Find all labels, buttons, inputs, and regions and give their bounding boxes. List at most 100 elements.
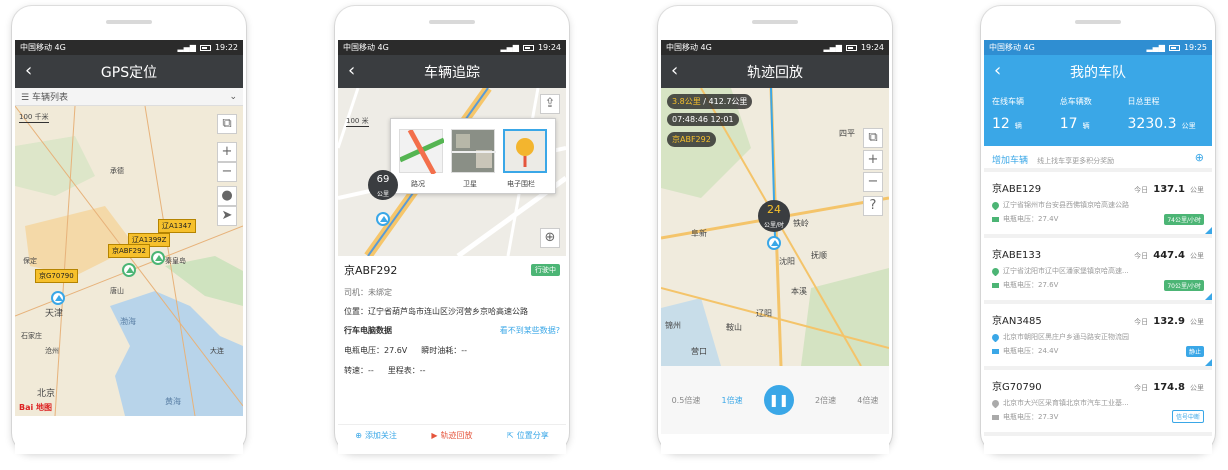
speed-unit: 公里/时 [763,222,785,229]
list-item[interactable]: 京G70790 今日 174.8 公里 北京市大兴区采育镇北京市汽车工业基... … [984,370,1212,436]
vehicle-marker[interactable] [122,263,136,277]
layers-icon[interactable]: ⧉ [217,114,237,134]
page-title: 我的车队 [1070,64,1126,81]
clock: 19:25 [1183,43,1207,52]
carrier: 中国移动 4G [666,43,712,52]
zoom-in-button[interactable]: + [217,142,237,162]
place-label: 抚顺 [811,251,827,260]
place-label: 唐山 [110,287,124,295]
vehicle-marker[interactable] [767,236,781,250]
back-icon[interactable]: ‹ [671,62,678,80]
zoom-out-button[interactable]: − [217,162,237,182]
add-vehicle-row[interactable]: 增加车辆 线上找车享更多积分奖励 ⊕ [984,146,1212,172]
list-item[interactable]: 京ABE133 今日 447.4 公里 辽宁省沈阳市辽中区潘家堡镇京哈高速... … [984,238,1212,304]
signal-icon: ▂▄▆ [823,43,842,52]
action-bar: ⊕ 添加关注 ▶ 轨迹回放 ⇱ 位置分享 [338,430,566,441]
distance-done: 3.8公里 [672,97,701,106]
speed-badge: 信号中断 [1171,410,1204,423]
layer-fence-option[interactable] [503,129,547,173]
title-bar: ‹ 车辆追踪 [338,55,566,88]
help-icon[interactable]: ? [863,196,883,216]
speaker [1075,20,1121,24]
satellite-icon [452,134,496,168]
stat-unit: 辆 [1014,122,1022,130]
share-label: 位置分享 [516,431,549,440]
stat-label: 日总里程 [1127,97,1160,106]
add-vehicle-label: 增加车辆 [992,155,1029,166]
share-location-button[interactable]: ⇱ 位置分享 [507,430,549,441]
back-icon[interactable]: ‹ [348,62,355,80]
location-pin-icon [992,266,1001,276]
speed-option-1x[interactable]: 1倍速 [722,395,743,406]
clock: 19:24 [860,43,884,52]
layer-satellite-option[interactable] [451,129,496,173]
map-view[interactable]: 100 米 ⇪ 路况 卫星 电子围栏 69 公里 ⊕ [338,88,566,256]
phone-fleet: 中国移动 4G ▂▄▆ 19:25 ‹ 我的车队 在线车辆 12 辆 总车辆数 1… [981,6,1215,454]
list-icon: ☰ [21,93,32,103]
stat-value: 17 [1059,116,1078,132]
place-label: 石家庄 [21,332,42,340]
zoom-out-button[interactable]: − [863,172,883,192]
vehicle-voltage: 电瓶电压：27.3V [1003,413,1059,421]
vehicle-list-selector[interactable]: ☰ 车辆列表 ⌄ [15,88,243,106]
map-scale: 100 米 [346,117,369,127]
share-icon[interactable]: ⇪ [540,94,560,114]
vehicle-voltage: 电瓶电压：24.4V [1003,347,1059,355]
vehicle-marker[interactable] [51,291,65,305]
locate-icon[interactable]: ⊕ [540,228,560,248]
stat-unit: 公里 [1181,122,1196,130]
zoom-in-button[interactable]: + [863,150,883,170]
status-bar: 中国移动 4G ▂▄▆ 19:22 [15,40,243,55]
stat-total: 总车辆数 17 辆 [1060,96,1124,146]
follow-button[interactable]: ⊕ 添加关注 [355,430,397,441]
vehicle-marker[interactable] [376,212,390,226]
map-scale: 100 千米 [19,113,49,123]
vehicle-marker[interactable] [151,251,165,265]
page-title: 轨迹回放 [747,64,803,81]
layers-icon[interactable]: ⧉ [863,128,883,148]
layer-label: 卫星 [463,180,477,188]
pause-icon[interactable]: ❚❚ [763,385,794,415]
back-icon[interactable]: ‹ [994,62,1001,80]
place-label: 承德 [110,167,124,175]
stat-value: 3230.3 [1127,116,1177,132]
place-label: 秦皇岛 [165,257,186,265]
battery-icon [845,44,857,51]
speed-bubble: 69 公里 [368,170,398,200]
follow-label: 添加关注 [364,431,397,440]
map-logo: Bai 地图 [19,403,53,412]
distance-pill: 3.8公里 / 412.7公里 [667,94,753,109]
list-item[interactable]: 京ABE129 今日 137.1 公里 辽宁省锦州市台安县西佛镇京哈高速公路 电瓶… [984,172,1212,238]
vehicle-plate-marker[interactable]: 辽A1347 [158,219,196,233]
battery-icon [992,282,999,288]
missing-data-link[interactable]: 看不到某些数据? [500,325,560,336]
vehicle-plate: 京ABF292 [344,264,398,277]
place-label: 营口 [691,347,707,356]
selector-label: 车辆列表 [31,93,68,103]
battery-icon [522,44,534,51]
data-heading: 行车电脑数据 [344,326,392,335]
vehicle-plate-marker[interactable]: 京G70790 [35,269,78,283]
vehicle-plate-marker[interactable]: 京ABF292 [108,244,150,258]
user-icon[interactable]: ● [217,186,237,206]
back-icon[interactable]: ‹ [25,62,32,80]
stat-online: 在线车辆 12 辆 [992,96,1056,146]
stat-label: 在线车辆 [992,97,1024,106]
speed-option-0.5x[interactable]: 0.5倍速 [672,395,701,406]
traffic-icon [398,128,446,176]
status-bar: 中国移动 4G ▂▄▆ 19:24 [661,40,889,55]
speaker [752,20,798,24]
add-vehicle-hint: 线上找车享更多积分奖励 [1037,156,1115,165]
map-view[interactable]: 3.8公里 / 412.7公里 07:48:46 12:01 京ABF292 ⧉… [661,88,889,366]
map-view[interactable]: 100 千米 北京 天津 唐山 秦皇岛 沧州 石家庄 保定 承德 渤海 黄海 大… [15,106,243,416]
speed-option-2x[interactable]: 2倍速 [815,395,836,406]
list-item[interactable]: 京AN3485 今日 132.9 公里 北京市朝阳区黑庄户乡通马路安正物流园 电瓶… [984,304,1212,370]
speed-option-4x[interactable]: 4倍速 [857,395,878,406]
locate-icon[interactable]: ➤ [217,206,237,226]
playback-button[interactable]: ▶ 轨迹回放 [431,430,472,441]
add-icon[interactable]: ⊕ [1195,151,1204,164]
layer-traffic-option[interactable] [398,128,446,176]
km-unit: 公里 [1190,252,1204,260]
page-title: GPS定位 [100,64,158,81]
screen-gps: 中国移动 4G ▂▄▆19:22 ‹ GPS定位 ☰ 车辆列表 ⌄ 100 千 [15,40,243,454]
